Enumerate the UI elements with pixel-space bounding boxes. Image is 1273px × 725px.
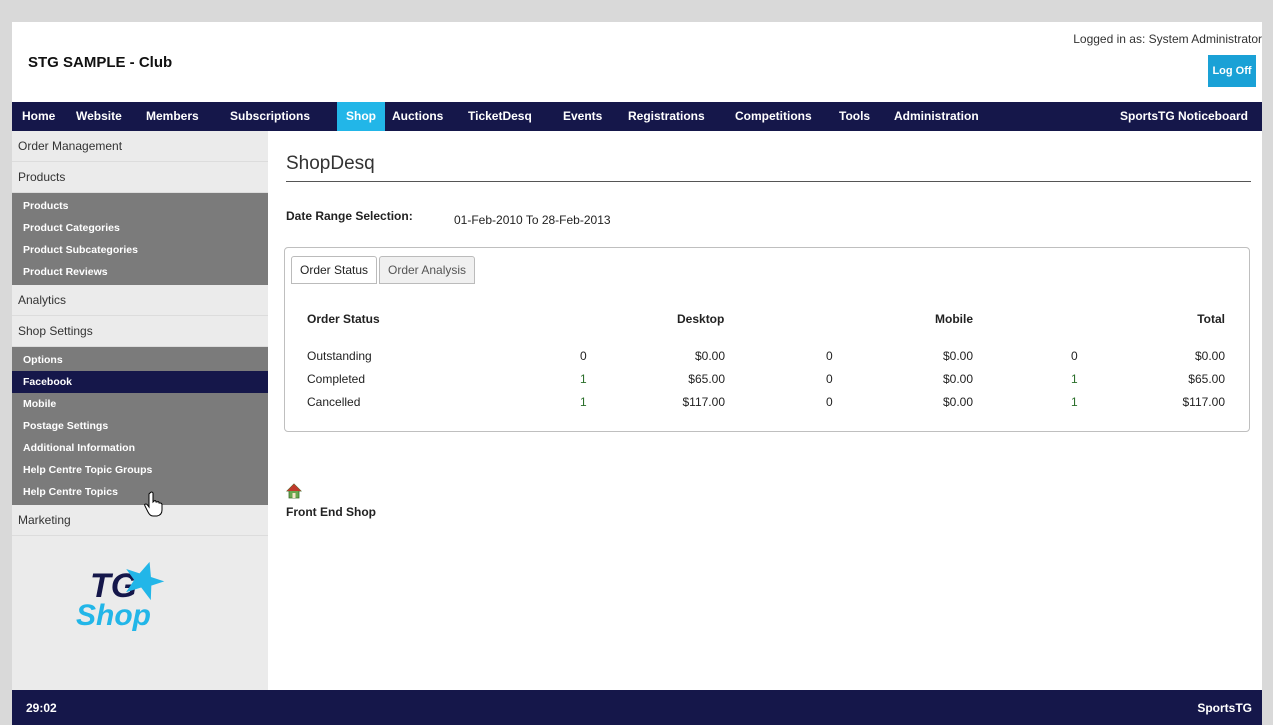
row-desktop-amount: $0.00 — [694, 349, 725, 363]
logo-text-shop: Shop — [76, 599, 151, 631]
sidebar-item-mobile[interactable]: Mobile — [12, 393, 268, 415]
sidebar-products-submenu: Products Product Categories Product Subc… — [12, 193, 268, 285]
sidebar-order-management[interactable]: Order Management — [12, 131, 268, 162]
col-header-order-status: Order Status — [307, 312, 380, 326]
sidebar-products[interactable]: Products — [12, 162, 268, 193]
sidebar-item-product-subcategories[interactable]: Product Subcategories — [12, 239, 268, 261]
nav-noticeboard[interactable]: SportsTG Noticeboard — [1120, 102, 1248, 131]
footer: 29:02 SportsTG — [12, 690, 1262, 725]
row-status: Cancelled — [307, 395, 361, 409]
sidebar-item-product-categories[interactable]: Product Categories — [12, 217, 268, 239]
row-mobile-amount: $0.00 — [942, 349, 973, 363]
sidebar-item-help-centre-topic-groups[interactable]: Help Centre Topic Groups — [12, 459, 268, 481]
sidebar-item-help-centre-topics[interactable]: Help Centre Topics — [12, 481, 268, 503]
nav-home[interactable]: Home — [22, 102, 55, 131]
col-header-desktop: Desktop — [677, 312, 725, 326]
row-total-amount: $65.00 — [1188, 372, 1225, 386]
col-header-mobile: Mobile — [935, 312, 973, 326]
nav-shop[interactable]: Shop — [337, 102, 385, 131]
row-mobile-amount: $0.00 — [942, 395, 973, 409]
nav-website[interactable]: Website — [76, 102, 122, 131]
row-total-count: 0 — [1071, 349, 1078, 363]
sidebar-item-facebook[interactable]: Facebook — [12, 371, 268, 393]
col-header-total: Total — [1197, 312, 1225, 326]
nav-auctions[interactable]: Auctions — [392, 102, 443, 131]
tg-shop-logo: TG Shop — [76, 561, 165, 631]
nav-registrations[interactable]: Registrations — [628, 102, 705, 131]
order-status-panel: Order Status Order Analysis Order Status… — [284, 247, 1250, 432]
login-status: Logged in as: System Administrator — [1073, 32, 1262, 46]
row-desktop-amount: $117.00 — [682, 395, 726, 409]
club-title: STG SAMPLE - Club — [28, 54, 173, 71]
sidebar-item-postage-settings[interactable]: Postage Settings — [12, 415, 268, 437]
nav-subscriptions[interactable]: Subscriptions — [230, 102, 310, 131]
date-range-value: 01-Feb-2010 To 28-Feb-2013 — [454, 213, 611, 227]
row-status: Outstanding — [307, 349, 372, 363]
session-timer: 29:02 — [26, 701, 57, 715]
main-nav: Home Website Members Subscriptions Shop … — [12, 102, 1262, 131]
log-off-button[interactable]: Log Off — [1208, 55, 1256, 87]
nav-administration[interactable]: Administration — [894, 102, 979, 131]
home-icon[interactable] — [286, 483, 302, 499]
tab-order-status[interactable]: Order Status — [291, 256, 378, 284]
footer-brand: SportsTG — [1197, 701, 1252, 715]
sidebar-item-product-reviews[interactable]: Product Reviews — [12, 261, 268, 283]
sidebar-marketing[interactable]: Marketing — [12, 505, 268, 536]
nav-members[interactable]: Members — [146, 102, 199, 131]
nav-competitions[interactable]: Competitions — [735, 102, 812, 131]
nav-ticketdesq[interactable]: TicketDesq — [468, 102, 532, 131]
front-end-shop-link[interactable]: Front End Shop — [286, 505, 376, 519]
sidebar-shop-settings[interactable]: Shop Settings — [12, 316, 268, 347]
date-range-label: Date Range Selection: — [286, 209, 413, 223]
row-desktop-count: 0 — [580, 349, 587, 363]
row-status: Completed — [307, 372, 366, 386]
row-mobile-count: 0 — [826, 372, 833, 386]
title-divider — [286, 181, 1251, 182]
sidebar-analytics[interactable]: Analytics — [12, 285, 268, 316]
row-desktop-count: 1 — [580, 372, 587, 386]
sidebar: Order Management Products Products Produ… — [12, 131, 268, 690]
sidebar-shop-settings-submenu: Options Facebook Mobile Postage Settings… — [12, 347, 268, 505]
row-mobile-amount: $0.00 — [942, 372, 973, 386]
nav-events[interactable]: Events — [563, 102, 602, 131]
tab-order-analysis[interactable]: Order Analysis — [379, 256, 476, 284]
page-title: ShopDesq — [286, 153, 375, 174]
hand-cursor-icon — [144, 491, 163, 517]
row-total-amount: $0.00 — [1194, 349, 1225, 363]
row-mobile-count: 0 — [826, 349, 833, 363]
row-desktop-count: 1 — [580, 395, 587, 409]
sidebar-item-products[interactable]: Products — [12, 195, 268, 217]
sidebar-item-options[interactable]: Options — [12, 349, 268, 371]
main-content: ShopDesq Date Range Selection: 01-Feb-20… — [284, 131, 1252, 690]
row-total-amount: $117.00 — [1182, 395, 1226, 409]
row-total-count: 1 — [1071, 372, 1078, 386]
header: STG SAMPLE - Club Logged in as: System A… — [12, 22, 1262, 102]
row-desktop-amount: $65.00 — [688, 372, 725, 386]
sidebar-item-additional-information[interactable]: Additional Information — [12, 437, 268, 459]
nav-tools[interactable]: Tools — [839, 102, 870, 131]
row-mobile-count: 0 — [826, 395, 833, 409]
row-total-count: 1 — [1071, 395, 1078, 409]
app-frame: STG SAMPLE - Club Logged in as: System A… — [12, 22, 1262, 725]
